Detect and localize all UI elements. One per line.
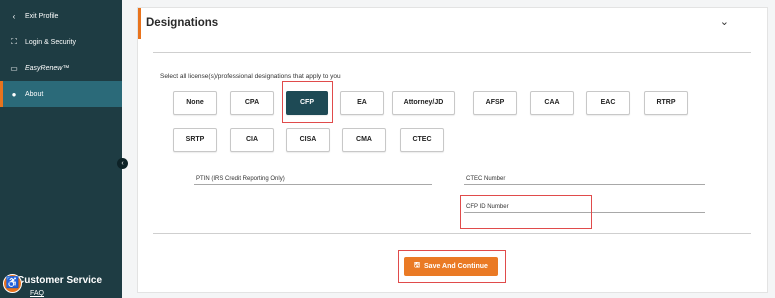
designation-chip-none[interactable]: None bbox=[173, 91, 217, 115]
card-icon: ▭ bbox=[10, 63, 18, 73]
designation-chip-caa[interactable]: CAA bbox=[530, 91, 574, 115]
user-icon: ● bbox=[11, 89, 17, 99]
designation-chip-cia[interactable]: CIA bbox=[230, 128, 274, 152]
card-header[interactable]: Designations ⌄ bbox=[138, 8, 769, 39]
designation-chip-attorney-jd[interactable]: Attorney/JD bbox=[392, 91, 455, 115]
ctec-field[interactable] bbox=[464, 184, 705, 185]
login-security-icon: ⛶ bbox=[11, 37, 17, 46]
cfp-highlight-box bbox=[282, 81, 333, 123]
sidebar: ‹ Exit Profile ⛶ Login & Security ▭ Easy… bbox=[0, 0, 122, 298]
chevron-left-icon: ‹ bbox=[12, 11, 16, 21]
chevron-down-icon[interactable]: ⌄ bbox=[720, 15, 729, 28]
designation-chip-rtrp[interactable]: RTRP bbox=[644, 91, 688, 115]
faq-link[interactable]: FAQ bbox=[30, 290, 44, 297]
accessibility-icon[interactable]: ♿ bbox=[3, 274, 22, 293]
designation-chip-ea[interactable]: EA bbox=[340, 91, 384, 115]
designation-chip-cisa[interactable]: CISA bbox=[286, 128, 330, 152]
sidebar-item-about[interactable]: ● About bbox=[0, 81, 122, 107]
designations-instruction: Select all license(s)/professional desig… bbox=[160, 73, 341, 80]
sidebar-collapse-button[interactable]: ‹ bbox=[117, 158, 128, 169]
designation-chip-srtp[interactable]: SRTP bbox=[173, 128, 217, 152]
designations-card: Designations ⌄ Select all license(s)/pro… bbox=[137, 7, 768, 293]
sidebar-item-label: About bbox=[25, 90, 44, 98]
designation-chip-cpa[interactable]: CPA bbox=[230, 91, 274, 115]
ctec-field-label: CTEC Number bbox=[466, 176, 506, 182]
designation-chip-ctec[interactable]: CTEC bbox=[400, 128, 444, 152]
ptin-field-label: PTIN (IRS Credit Reporting Only) bbox=[196, 176, 285, 182]
sidebar-item-login-security[interactable]: ⛶ Login & Security bbox=[0, 29, 122, 55]
ptin-field[interactable] bbox=[194, 184, 432, 185]
section-title: Designations bbox=[146, 17, 219, 29]
save-highlight-box bbox=[398, 250, 506, 283]
sidebar-item-label: Exit Profile bbox=[25, 12, 59, 20]
divider bbox=[153, 52, 751, 53]
designation-chip-afsp[interactable]: AFSP bbox=[473, 91, 517, 115]
divider bbox=[153, 233, 751, 234]
sidebar-item-easyrenew[interactable]: ▭ EasyRenew™ bbox=[0, 55, 122, 81]
sidebar-item-label: Login & Security bbox=[25, 38, 76, 46]
sidebar-item-label: EasyRenew™ bbox=[25, 64, 70, 72]
cfp-id-highlight-box bbox=[460, 195, 592, 229]
sidebar-item-exit-profile[interactable]: ‹ Exit Profile bbox=[0, 3, 122, 29]
customer-service-heading: Customer Service bbox=[17, 275, 103, 286]
designation-chip-eac[interactable]: EAC bbox=[586, 91, 630, 115]
designation-chip-cma[interactable]: CMA bbox=[342, 128, 386, 152]
